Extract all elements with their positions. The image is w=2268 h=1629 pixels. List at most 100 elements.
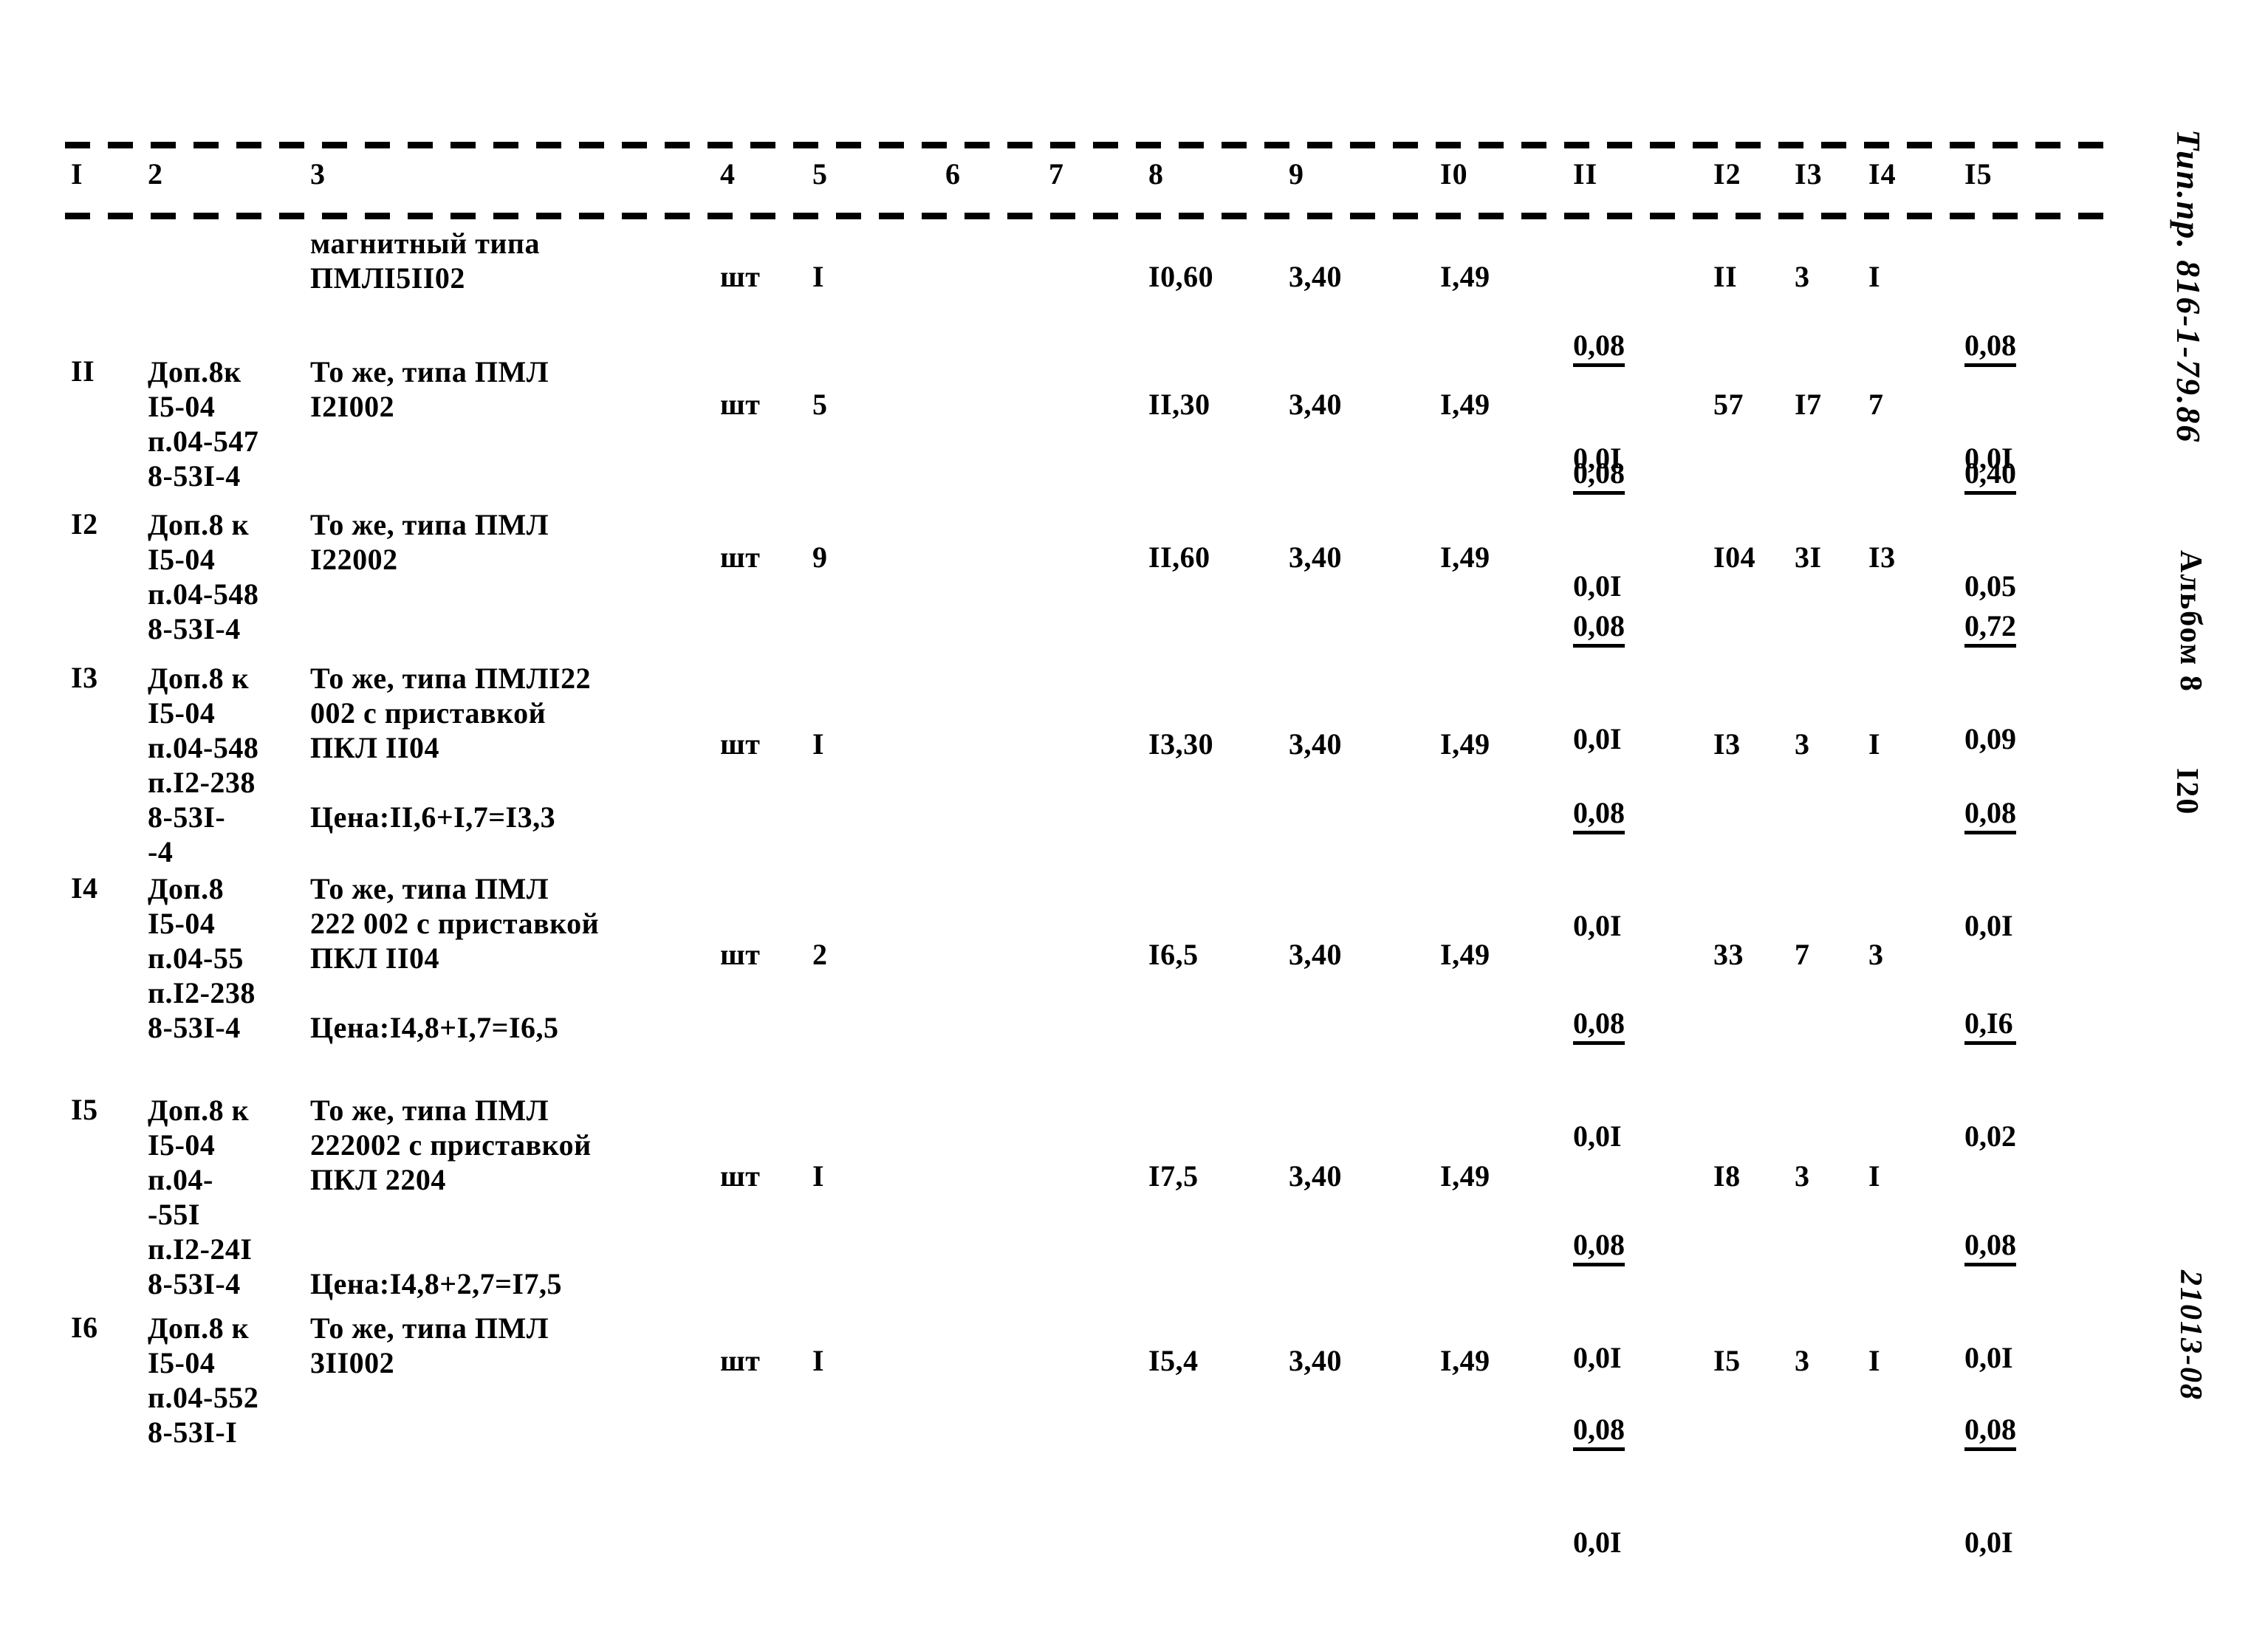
row-col12: II: [1713, 260, 1738, 293]
row-quantity: I: [812, 1344, 825, 1377]
row-col10: I,49: [1440, 388, 1490, 421]
row-col10: I,49: [1440, 1344, 1490, 1377]
row-code: Доп.8 к I5-04 п.04- -55I п.I2-24I 8-53I-…: [148, 1094, 253, 1300]
estimate-table-body: магнитный типа ПМЛI5II02 шт I I0,60 3,40…: [0, 222, 2127, 1559]
column-header-9: 9: [1289, 157, 1304, 191]
row-quantity: I: [812, 260, 825, 293]
row-number: I3: [71, 661, 98, 694]
row-unit: шт: [720, 1159, 761, 1193]
column-header-8: 8: [1148, 157, 1164, 191]
row-quantity: 2: [812, 938, 828, 971]
row-col9: 3,40: [1289, 1159, 1342, 1193]
row-description: То же, типа ПМЛ I2I002: [310, 355, 549, 423]
row-quantity: 9: [812, 541, 828, 574]
header-rule-bottom: [65, 213, 2118, 219]
row-col14: 7: [1868, 388, 1884, 421]
row-col11-numerator: 0,08: [1573, 1006, 1625, 1045]
row-col9: 3,40: [1289, 727, 1342, 761]
row-col11-numerator: 0,08: [1573, 1412, 1625, 1451]
table-row: I3 Доп.8 к I5-04 п.04-548 п.I2-238 8-53I…: [0, 661, 2127, 942]
row-col9: 3,40: [1289, 938, 1342, 971]
margin-album: Альбом 8: [2173, 550, 2207, 693]
row-col15-numerator: 0,08: [1964, 1227, 2016, 1266]
row-unit: шт: [720, 1344, 761, 1377]
row-col11-denominator: 0,0I: [1573, 1526, 1622, 1559]
column-header-11: II: [1573, 157, 1598, 191]
column-header-12: I2: [1713, 157, 1741, 191]
document-page: I 2 3 4 5 6 7 8 9 I0 II I2 I3 I4 I5 магн…: [0, 0, 2268, 1571]
row-number: I5: [71, 1093, 98, 1126]
row-col14: I: [1868, 727, 1881, 761]
table-row: магнитный типа ПМЛI5II02 шт I I0,60 3,40…: [0, 222, 2127, 475]
row-col9: 3,40: [1289, 541, 1342, 574]
table-row: I2 Доп.8 к I5-04 п.04-548 8-53I-4 То же,…: [0, 507, 2127, 755]
row-col11-numerator: 0,08: [1573, 795, 1625, 834]
row-description: То же, типа ПМЛ 222002 с приставкой ПКЛ …: [310, 1094, 592, 1300]
row-col15-numerator: 0,72: [1964, 608, 2016, 648]
column-header-3: 3: [310, 157, 326, 191]
row-quantity: I: [812, 727, 825, 761]
row-quantity: I: [812, 1159, 825, 1193]
row-unit: шт: [720, 727, 761, 761]
column-header-10: I0: [1440, 157, 1468, 191]
column-header-14: I4: [1868, 157, 1897, 191]
row-number: I6: [71, 1311, 98, 1344]
column-header-15: I5: [1964, 157, 1993, 191]
column-header-4: 4: [720, 157, 736, 191]
column-header-6: 6: [945, 157, 961, 191]
row-col14: I3: [1868, 541, 1896, 574]
row-description: То же, типа ПМЛI22 002 с приставкой ПКЛ …: [310, 662, 592, 834]
row-description: То же, типа ПМЛ 222 002 с приставкой ПКЛ…: [310, 872, 600, 1044]
row-col15-numerator: 0,08: [1964, 795, 2016, 834]
table-row: I5 Доп.8 к I5-04 п.04- -55I п.I2-24I 8-5…: [0, 1093, 2127, 1374]
row-col13: 7: [1795, 938, 1810, 971]
row-unit: шт: [720, 260, 761, 293]
row-col13: 3I: [1795, 541, 1822, 574]
row-col9: 3,40: [1289, 260, 1342, 293]
margin-page-number: I20: [2170, 768, 2204, 816]
row-col13: I7: [1795, 388, 1822, 421]
row-col8: I0,60: [1148, 260, 1214, 293]
row-code: Доп.8 I5-04 п.04-55 п.I2-238 8-53I-4: [148, 872, 256, 1044]
row-col15-numerator: 0,40: [1964, 456, 2016, 495]
row-description: магнитный типа ПМЛI5II02: [310, 227, 540, 295]
row-col12: 33: [1713, 938, 1744, 971]
header-rule-top: [65, 142, 2118, 148]
row-number: I2: [71, 507, 98, 541]
row-code: Доп.8 к I5-04 п.04-548 8-53I-4: [148, 508, 259, 645]
row-col14: I: [1868, 1344, 1881, 1377]
row-col12: I04: [1713, 541, 1756, 574]
row-col8: I6,5: [1148, 938, 1199, 971]
row-col13: 3: [1795, 1344, 1810, 1377]
row-col12: I3: [1713, 727, 1741, 761]
row-col9: 3,40: [1289, 1344, 1342, 1377]
row-col12: I5: [1713, 1344, 1741, 1377]
row-description: То же, типа ПМЛ 3II002: [310, 1311, 549, 1379]
row-col13: 3: [1795, 727, 1810, 761]
row-unit: шт: [720, 541, 761, 574]
column-header-2: 2: [148, 157, 163, 191]
row-unit: шт: [720, 938, 761, 971]
margin-project-code: Тип.пр. 816-1-79.86: [2170, 129, 2207, 444]
row-col10: I,49: [1440, 727, 1490, 761]
row-col15-numerator: 0,08: [1964, 1412, 2016, 1451]
row-col11-numerator: 0,08: [1573, 456, 1625, 495]
row-col9: 3,40: [1289, 388, 1342, 421]
row-col10: I,49: [1440, 260, 1490, 293]
row-col8: I7,5: [1148, 1159, 1199, 1193]
row-col11-numerator: 0,08: [1573, 1227, 1625, 1266]
row-number: I4: [71, 871, 98, 905]
row-col14: 3: [1868, 938, 1884, 971]
column-header-7: 7: [1049, 157, 1064, 191]
row-col15-fraction: 0,08 0,0I: [1964, 1342, 2016, 1629]
row-number: II: [71, 354, 95, 388]
row-col12: 57: [1713, 388, 1744, 421]
row-code: Доп.8 к I5-04 п.04-552 8-53I-I: [148, 1311, 259, 1449]
row-col14: I: [1868, 1159, 1881, 1193]
row-col13: 3: [1795, 260, 1810, 293]
row-code: Доп.8 к I5-04 п.04-548 п.I2-238 8-53I- -…: [148, 662, 259, 868]
table-row: II Доп.8к I5-04 п.04-547 8-53I-4 То же, …: [0, 354, 2127, 603]
row-unit: шт: [720, 388, 761, 421]
row-description: То же, типа ПМЛ I22002: [310, 508, 549, 576]
row-col13: 3: [1795, 1159, 1810, 1193]
